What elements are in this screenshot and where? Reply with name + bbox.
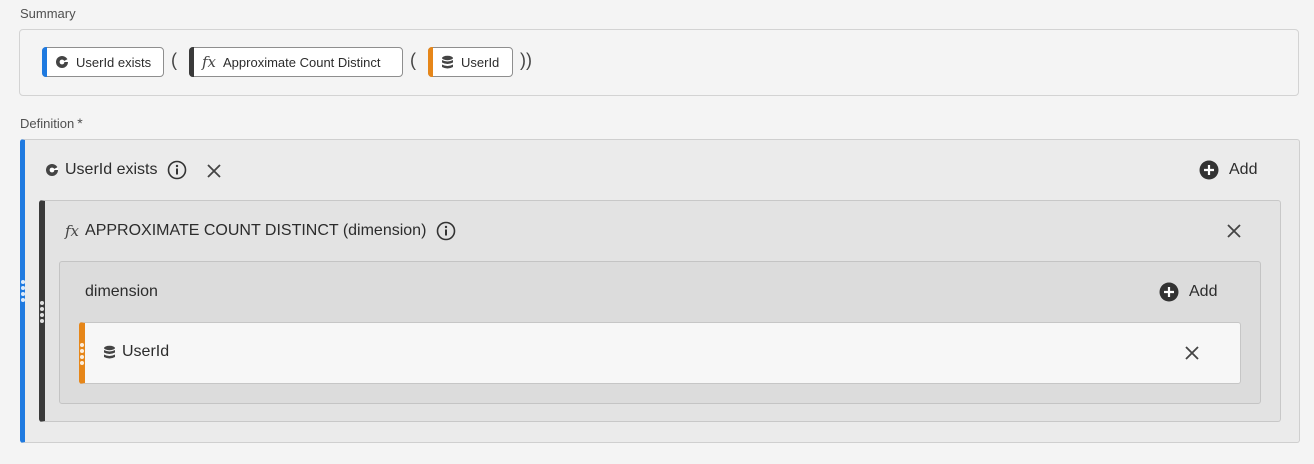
function-header: fx APPROXIMATE COUNT DISTINCT (dimension… [65, 221, 456, 241]
segment-container: UserId exists Add fx APPROXIMATE COUNT D… [20, 139, 1300, 443]
dimension-add-button[interactable]: Add [1159, 282, 1217, 302]
item-header: UserId [103, 343, 169, 361]
item-title: UserId [122, 343, 170, 360]
segment-add-button[interactable]: Add [1199, 160, 1257, 180]
add-label: Add [1229, 161, 1258, 178]
segment-icon [55, 55, 69, 69]
required-mark: * [77, 115, 83, 131]
segment-title: UserId exists [65, 161, 158, 178]
dimension-icon [103, 345, 116, 359]
close-parens: )) [520, 50, 532, 70]
drag-handle-function[interactable] [40, 301, 44, 323]
info-icon[interactable] [436, 221, 456, 241]
drag-handle-segment[interactable] [21, 280, 25, 302]
function-container: fx APPROXIMATE COUNT DISTINCT (dimension… [39, 200, 1281, 422]
add-label: Add [1189, 283, 1218, 300]
add-circle-icon [1199, 160, 1219, 180]
definition-label-text: Definition [20, 116, 75, 131]
summary-token-label: UserId exists [76, 54, 152, 70]
function-icon: fx [202, 53, 217, 71]
segment-header: UserId exists [45, 160, 187, 180]
summary-token-label: UserId [461, 54, 500, 70]
dimension-container: dimension Add UserId [59, 261, 1261, 404]
summary-token-dimension[interactable]: UserId [428, 47, 513, 77]
function-title: APPROXIMATE COUNT DISTINCT (dimension) [85, 222, 427, 239]
close-icon[interactable] [1224, 221, 1244, 241]
close-icon[interactable] [1182, 343, 1202, 363]
add-circle-icon [1159, 282, 1179, 302]
summary-token-label: Approximate Count Distinct [223, 54, 381, 70]
definition-label: Definition * [20, 115, 83, 131]
open-paren: ( [171, 50, 177, 70]
open-paren: ( [410, 50, 416, 70]
summary-token-segment[interactable]: UserId exists [42, 47, 164, 77]
close-icon[interactable] [204, 161, 224, 181]
dimension-item: UserId [79, 322, 1241, 384]
drag-handle-item[interactable] [80, 343, 84, 365]
function-icon: fx [65, 222, 80, 240]
dimension-title: dimension [85, 283, 158, 300]
dimension-header: dimension [85, 283, 158, 301]
dimension-icon [441, 55, 454, 69]
segment-icon [45, 163, 59, 177]
summary-token-function[interactable]: fx Approximate Count Distinct [189, 47, 403, 77]
info-icon[interactable] [167, 160, 187, 180]
summary-box: UserId exists ( fx Approximate Count Dis… [19, 29, 1299, 96]
summary-label: Summary [20, 6, 76, 21]
